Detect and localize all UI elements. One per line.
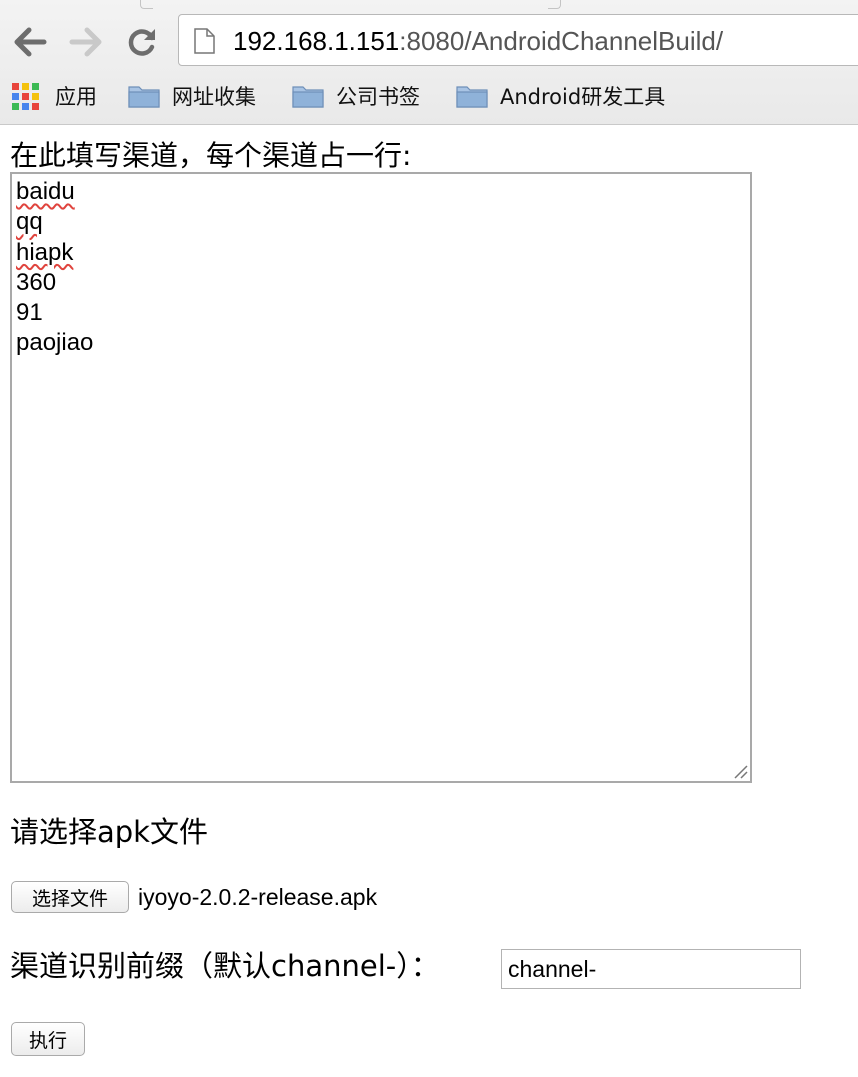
channel-line: qq: [16, 207, 746, 237]
bookmark-apps[interactable]: 应用: [12, 80, 97, 112]
channel-line: paojiao: [16, 328, 746, 358]
reload-icon: [128, 29, 155, 56]
folder-icon: [128, 86, 160, 108]
forward-arrow-icon: [69, 27, 102, 57]
prefix-input[interactable]: [501, 949, 801, 989]
channel-line: 360: [16, 268, 746, 298]
apps-grid-icon: [12, 82, 39, 110]
channel-text: baidu: [16, 178, 75, 205]
resize-grip-icon[interactable]: [733, 764, 748, 779]
channel-line: hiapk: [16, 238, 746, 268]
folder-icon: [456, 86, 488, 108]
channel-text: 91: [16, 299, 43, 327]
run-button[interactable]: 执行: [11, 1022, 85, 1056]
bookmark-label: 网址收集: [172, 85, 256, 109]
folder-icon: [292, 86, 324, 108]
address-bar[interactable]: 192.168.1.151:8080/AndroidChannelBuild/: [178, 14, 858, 66]
channels-textarea[interactable]: baidu qq hiapk 360 91 paojiao: [10, 172, 752, 783]
channel-text: qq: [16, 208, 43, 236]
channel-line: 91: [16, 298, 746, 328]
apk-label: 请选择apk文件: [10, 815, 208, 849]
tab-edge-right: [548, 0, 561, 9]
bookmark-folder-android-tools[interactable]: Android研发工具: [456, 80, 665, 112]
bookmarks-bar: 应用 网址收集 公司书签 Android研发工具: [0, 80, 858, 112]
channel-line: baidu: [16, 177, 746, 207]
bookmark-label: 应用: [55, 85, 97, 109]
reload-button[interactable]: [122, 22, 162, 62]
selected-file-name: iyoyo-2.0.2-release.apk: [138, 884, 378, 910]
bookmark-label: 公司书签: [336, 85, 420, 109]
back-button[interactable]: [10, 22, 50, 62]
url-path: :8080/AndroidChannelBuild/: [399, 26, 724, 56]
page-icon: [194, 28, 215, 54]
url-host: 192.168.1.151: [233, 26, 400, 56]
tab-edge-left: [140, 0, 153, 9]
choose-file-button[interactable]: 选择文件: [11, 881, 129, 913]
channels-label: 在此填写渠道，每个渠道占一行:: [10, 139, 412, 172]
back-arrow-icon: [14, 27, 47, 57]
prefix-label: 渠道识别前缀（默认channel-）：: [10, 949, 440, 983]
channel-text: hiapk: [16, 238, 74, 266]
forward-button[interactable]: [66, 22, 106, 62]
bookmark-folder-company[interactable]: 公司书签: [292, 80, 420, 112]
tab-strip-edge: [0, 0, 858, 9]
browser-toolbar: 192.168.1.151:8080/AndroidChannelBuild/ …: [0, 0, 858, 125]
bookmark-label: Android研发工具: [500, 85, 666, 109]
url-text[interactable]: 192.168.1.151:8080/AndroidChannelBuild/: [233, 26, 723, 56]
bookmark-folder-urls[interactable]: 网址收集: [128, 80, 256, 112]
channel-text: paojiao: [16, 329, 94, 357]
channel-text: 360: [16, 268, 57, 296]
